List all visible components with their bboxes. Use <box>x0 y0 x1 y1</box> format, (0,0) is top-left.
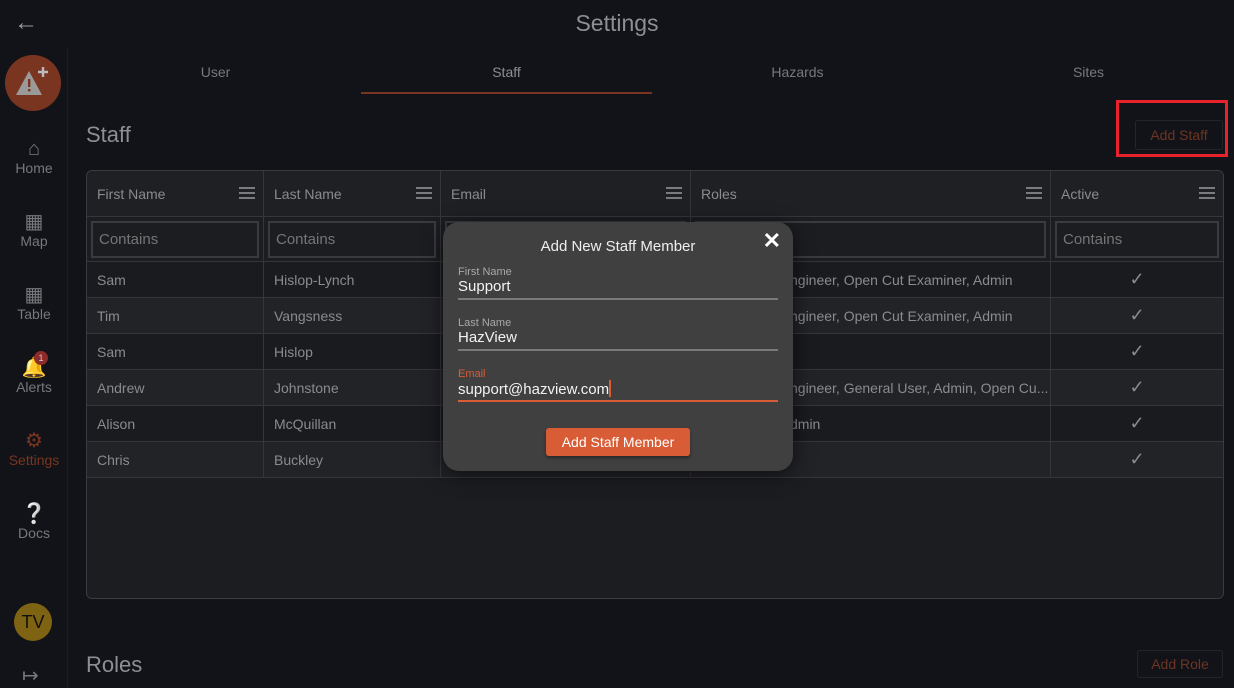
nav-label: Docs <box>18 525 50 541</box>
col-roles[interactable]: Roles <box>691 171 1051 216</box>
check-icon: ✓ <box>1129 341 1145 361</box>
add-staff-member-button[interactable]: Add Staff Member <box>546 428 690 456</box>
first-name-field[interactable]: First Name Support <box>458 266 778 300</box>
column-menu-icon[interactable] <box>666 187 682 202</box>
sidebar-item-docs[interactable]: ❔ Docs <box>0 503 68 541</box>
col-last-name[interactable]: Last Name <box>264 171 441 216</box>
check-icon: ✓ <box>1129 269 1145 289</box>
tab-hazards[interactable]: Hazards <box>652 56 943 96</box>
last-name-cell: Buckley <box>264 442 441 477</box>
settings-tabs: User Staff Hazards Sites <box>70 56 1234 96</box>
col-first-name[interactable]: First Name <box>87 171 264 216</box>
last-name-cell: Hislop-Lynch <box>264 262 441 297</box>
field-label: First Name <box>458 266 512 278</box>
close-icon[interactable]: ✕ <box>763 228 781 254</box>
check-icon: ✓ <box>1129 377 1145 397</box>
tab-sites[interactable]: Sites <box>943 56 1234 96</box>
header-label: Last Name <box>274 185 342 202</box>
modal-title: Add New Staff Member <box>540 238 696 255</box>
last-name-cell: McQuillan <box>264 406 441 441</box>
last-name-field[interactable]: Last Name HazView <box>458 317 778 351</box>
logout-icon[interactable]: ↦ <box>22 663 39 688</box>
help-icon: ❔ <box>21 503 47 525</box>
first-name-cell: Sam <box>87 334 264 369</box>
active-cell: ✓ <box>1051 334 1223 369</box>
column-menu-icon[interactable] <box>1199 187 1215 202</box>
highlight-box <box>1116 100 1228 157</box>
nav-label: Table <box>17 306 51 322</box>
check-icon: ✓ <box>1129 305 1145 325</box>
map-icon: ▦ <box>24 211 44 233</box>
active-filter[interactable] <box>1055 220 1219 258</box>
header-label: Active <box>1061 185 1100 202</box>
alerts-badge: 1 <box>34 351 48 365</box>
check-icon: ✓ <box>1129 413 1145 433</box>
header-label: First Name <box>97 185 166 202</box>
tab-user[interactable]: User <box>70 56 361 96</box>
sidebar-item-home[interactable]: ⌂ Home <box>0 138 68 176</box>
table-header: First Name Last Name Email Roles Active <box>87 171 1223 217</box>
header-label: Roles <box>701 185 737 202</box>
check-icon: ✓ <box>1129 449 1145 469</box>
column-menu-icon[interactable] <box>1026 187 1042 202</box>
field-label: Last Name <box>458 317 512 329</box>
column-menu-icon[interactable] <box>416 187 432 202</box>
add-staff-modal: Add New Staff Member ✕ First Name Support… <box>443 222 793 471</box>
active-cell: ✓ <box>1051 262 1223 297</box>
warning-plus-icon <box>16 67 48 95</box>
first-name-cell: Chris <box>87 442 264 477</box>
active-cell: ✓ <box>1051 406 1223 441</box>
nav-label: Home <box>15 160 53 176</box>
header-label: Email <box>451 185 487 202</box>
first-name-filter[interactable] <box>91 220 259 258</box>
first-name-cell: Tim <box>87 298 264 333</box>
sidebar-item-alerts[interactable]: 🔔 1 Alerts <box>0 351 68 395</box>
home-icon: ⌂ <box>27 138 41 160</box>
roles-heading: Roles <box>86 652 143 677</box>
field-label: Email <box>458 368 486 380</box>
sidebar-item-settings[interactable]: ⚙ Settings <box>0 430 68 468</box>
email-field[interactable]: Email support@hazview.com <box>458 368 778 402</box>
staff-heading: Staff <box>86 122 131 147</box>
first-name-cell: Andrew <box>87 370 264 405</box>
last-name-cell: Johnstone <box>264 370 441 405</box>
last-name-cell: Hislop <box>264 334 441 369</box>
active-cell: ✓ <box>1051 370 1223 405</box>
field-value: support@hazview.com <box>458 381 610 398</box>
field-value: HazView <box>458 329 517 346</box>
field-value: Support <box>458 278 511 295</box>
sidebar: ⌂ Home ▦ Map ▦ Table 🔔 1 Alerts ⚙ Settings ❔ Do… <box>0 48 68 688</box>
tab-staff[interactable]: Staff <box>361 56 652 96</box>
last-name-filter[interactable] <box>268 220 436 258</box>
text-caret <box>609 380 612 397</box>
add-role-button[interactable]: Add Role <box>1137 650 1223 678</box>
page-title: Settings <box>575 10 659 36</box>
column-menu-icon[interactable] <box>239 187 255 202</box>
nav-label: Alerts <box>16 379 52 395</box>
gear-icon: ⚙ <box>25 430 43 452</box>
active-cell: ✓ <box>1051 442 1223 477</box>
avatar[interactable]: TV <box>14 603 52 641</box>
nav-label: Map <box>20 233 48 249</box>
active-cell: ✓ <box>1051 298 1223 333</box>
sidebar-item-map[interactable]: ▦ Map <box>0 211 68 249</box>
first-name-cell: Alison <box>87 406 264 441</box>
nav-label: Settings <box>8 452 60 468</box>
add-hazard-button[interactable] <box>5 55 61 111</box>
col-active[interactable]: Active <box>1051 171 1223 216</box>
col-email[interactable]: Email <box>441 171 691 216</box>
sidebar-item-table[interactable]: ▦ Table <box>0 284 68 322</box>
top-bar: ← Settings <box>0 0 1234 48</box>
table-icon: ▦ <box>24 284 44 306</box>
last-name-cell: Vangsness <box>264 298 441 333</box>
first-name-cell: Sam <box>87 262 264 297</box>
